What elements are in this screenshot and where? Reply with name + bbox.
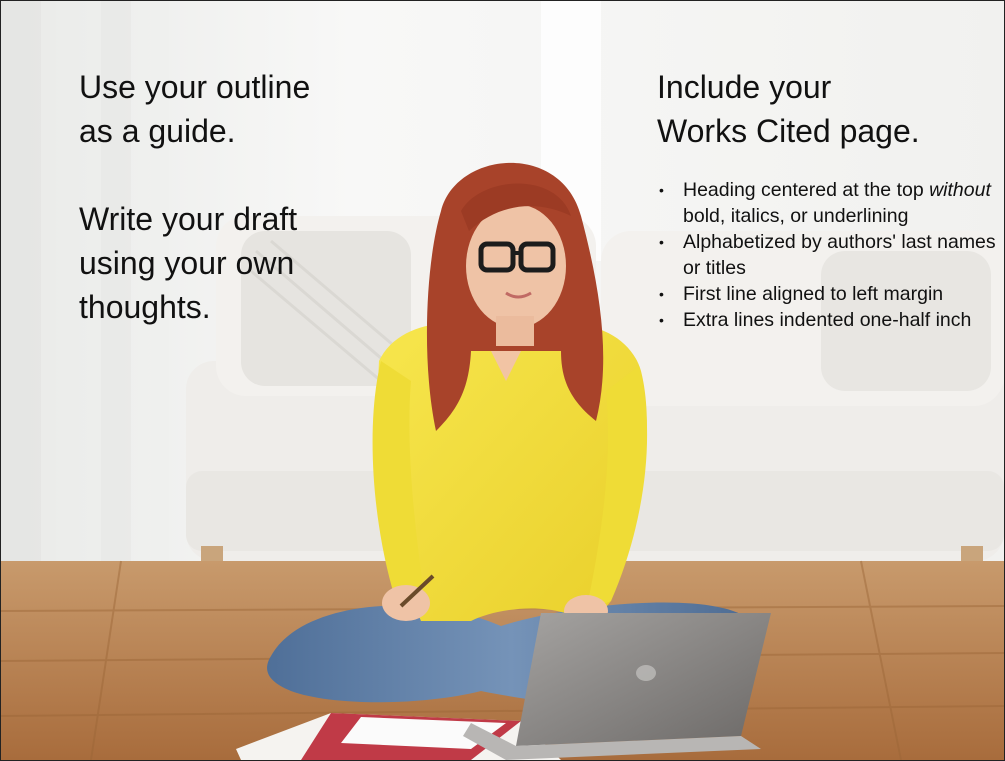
bullet-item: • Heading centered at the top without bo… xyxy=(657,177,997,229)
slide: Use your outline as a guide. Write your … xyxy=(0,0,1005,761)
bullet-item: • Extra lines indented one-half inch xyxy=(657,307,997,333)
bullet-text-post: bold, italics, or underlining xyxy=(683,205,909,227)
left-paragraph-1-line-2: as a guide. xyxy=(79,113,236,149)
left-text-block: Use your outline as a guide. Write your … xyxy=(79,65,379,329)
bullet-item: • First line aligned to left margin xyxy=(657,281,997,307)
left-paragraph-2-line-2: using your own xyxy=(79,245,295,281)
bullet-text-emphasis: without xyxy=(929,179,991,201)
bullet-text: First line aligned to left margin xyxy=(683,283,944,305)
right-title-line-1: Include your xyxy=(657,69,832,105)
left-paragraph-2-line-3: thoughts. xyxy=(79,289,211,325)
bullet-text: Alphabetized by authors' last names or t… xyxy=(683,231,996,279)
bullet-icon: • xyxy=(659,234,664,250)
bullet-icon: • xyxy=(659,182,664,198)
bullet-icon: • xyxy=(659,286,664,302)
bullet-icon: • xyxy=(659,312,664,328)
bullet-item: • Alphabetized by authors' last names or… xyxy=(657,229,997,281)
right-title-line-2: Works Cited page. xyxy=(657,113,920,149)
left-paragraph-1-line-1: Use your outline xyxy=(79,69,311,105)
bullet-text-pre: Heading centered at the top xyxy=(683,179,930,201)
left-paragraph-2-line-1: Write your draft xyxy=(79,201,298,237)
right-title: Include your Works Cited page. xyxy=(657,65,977,153)
bullet-text: Extra lines indented one-half inch xyxy=(683,309,972,331)
works-cited-bullet-list: • Heading centered at the top without bo… xyxy=(657,177,997,333)
